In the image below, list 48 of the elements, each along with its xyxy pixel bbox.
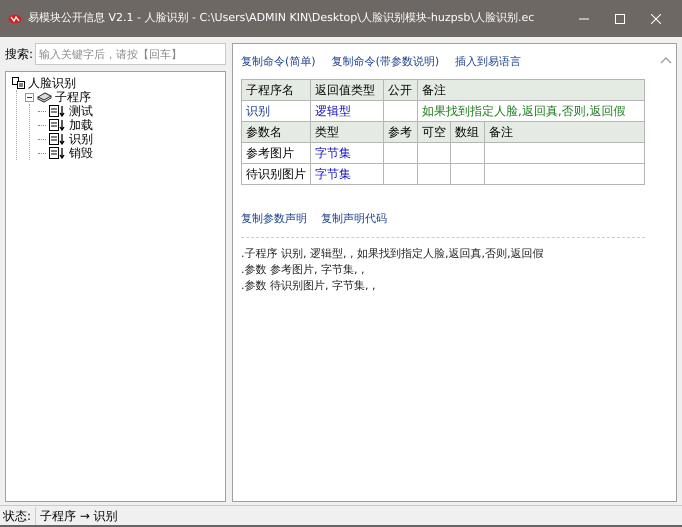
maximize-icon[interactable] xyxy=(615,14,625,24)
copy-link[interactable]: 复制命令(简单) xyxy=(241,54,316,70)
copy-link[interactable]: 复制命令(带参数说明) xyxy=(332,54,440,70)
search-field[interactable]: 输入关键字后，请按【回车】 xyxy=(35,43,226,65)
tree-item[interactable]: 销毁 xyxy=(69,146,93,160)
scroll-up-icon[interactable] xyxy=(660,56,672,64)
status-text: 子程序 → 识别 xyxy=(35,506,118,524)
search-label: 搜索: xyxy=(5,46,34,63)
status-label: 状态: xyxy=(3,508,32,524)
code-line: .子程序 识别, 逻辑型, , 如果找到指定人脸,返回真,否则,返回假 xyxy=(241,246,544,262)
code-line: .参数 待识别图片, 字节集, , xyxy=(241,278,376,294)
column-header: 参数名 xyxy=(242,121,310,142)
copy-link[interactable]: 复制声明代码 xyxy=(321,210,387,227)
collapse-icon[interactable] xyxy=(25,92,34,102)
table-cell: 字节集 xyxy=(310,142,384,163)
document-arrow-icon xyxy=(49,133,66,145)
column-header: 备注 xyxy=(484,121,644,142)
window-title: 易模块公开信息 V2.1 - 人脸识别 - C:\Users\ADMIN KIN\Desktop\人脸识别模块-huzpsb\人脸识别.ec xyxy=(28,10,534,26)
column-header: 公开 xyxy=(384,79,418,100)
column-header: 数组 xyxy=(450,121,484,142)
document-arrow-icon xyxy=(49,119,66,131)
table-cell: 字节集 xyxy=(310,163,384,184)
tree-item[interactable]: 识别 xyxy=(69,132,93,146)
module-icon xyxy=(12,77,25,89)
minimize-icon[interactable] xyxy=(579,18,589,20)
tree-item[interactable]: 子程序 xyxy=(55,90,91,104)
table-cell: 如果找到指定人脸,返回真,否则,返回假 xyxy=(418,100,644,121)
table-cell: 识别 xyxy=(242,100,310,121)
code-line: .参数 参考图片, 字节集, , xyxy=(241,262,366,278)
tree-item[interactable]: 加载 xyxy=(69,118,93,132)
app-logo-icon xyxy=(8,14,22,24)
table-cell: 待识别图片 xyxy=(242,163,310,184)
copy-link[interactable]: 插入到易语言 xyxy=(455,54,522,70)
column-header: 子程序名 xyxy=(242,79,310,100)
column-header: 类型 xyxy=(310,121,384,142)
table-cell: 逻辑型 xyxy=(310,100,384,121)
column-header: 返回值类型 xyxy=(310,79,384,100)
tree-item[interactable]: 测试 xyxy=(69,104,93,118)
column-header: 备注 xyxy=(418,79,644,100)
book-stack-icon xyxy=(37,91,52,103)
column-header: 可空 xyxy=(418,121,450,142)
document-arrow-icon xyxy=(49,105,66,117)
column-header: 参考 xyxy=(384,121,418,142)
document-arrow-icon xyxy=(49,147,66,159)
close-icon[interactable] xyxy=(651,14,661,24)
table-cell: 参考图片 xyxy=(242,142,310,163)
tree-item[interactable]: 人脸识别 xyxy=(28,76,76,90)
copy-link[interactable]: 复制参数声明 xyxy=(241,210,307,227)
